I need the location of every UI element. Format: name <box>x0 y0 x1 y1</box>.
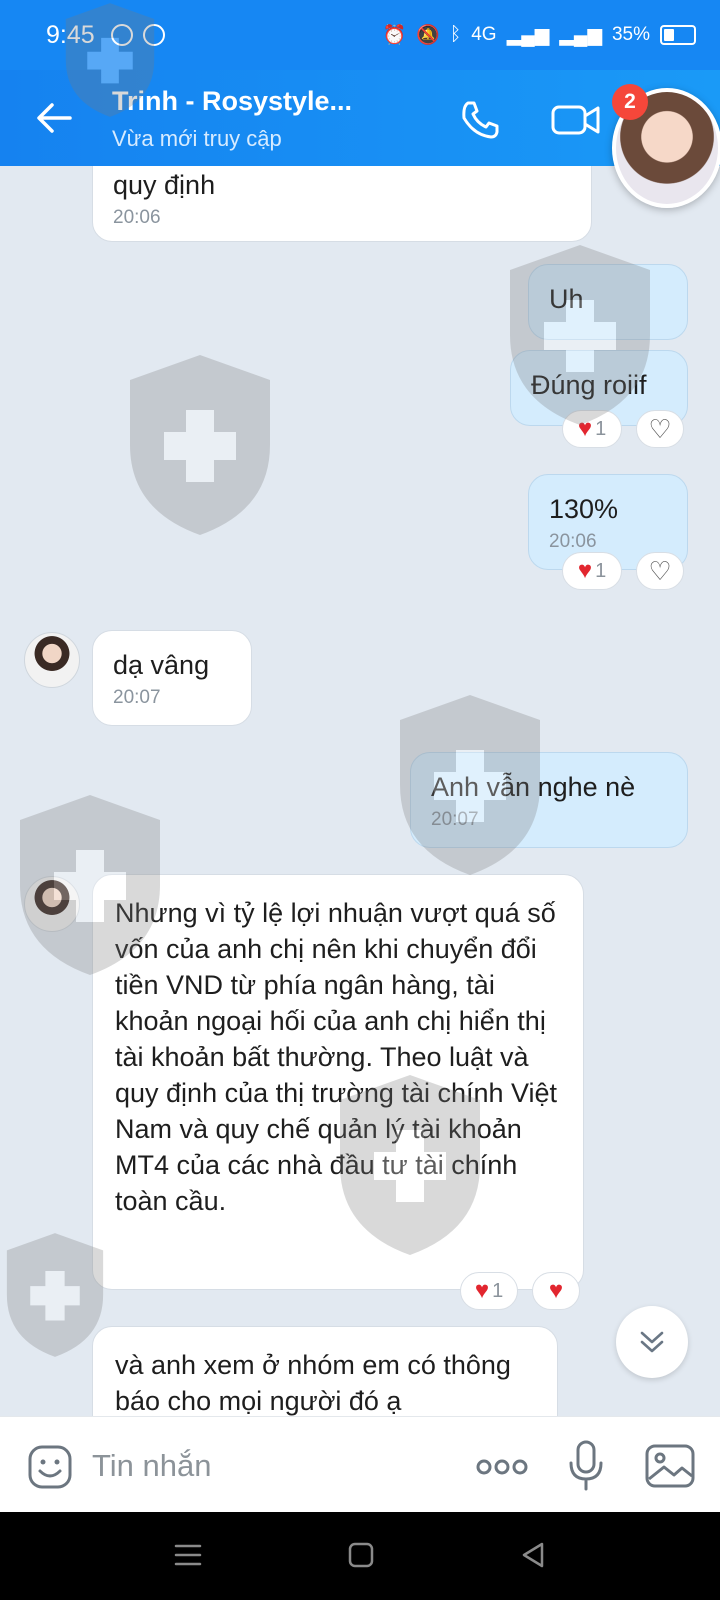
contact-name[interactable]: Trinh - Rosystyle... <box>112 86 352 117</box>
app-notification-icon <box>142 24 165 46</box>
message-input[interactable] <box>92 1441 452 1491</box>
bluetooth-icon: ᛒ <box>449 24 462 45</box>
battery-level: 35% <box>611 24 650 45</box>
react-button-active[interactable]: ♥ <box>532 1272 580 1310</box>
signal-icon: ▂▄▆ <box>506 24 550 46</box>
scroll-to-bottom-button[interactable] <box>616 1306 688 1378</box>
contact-avatar[interactable] <box>24 876 80 932</box>
heart-icon: ♥ <box>577 557 593 584</box>
unread-badge: 2 <box>612 84 648 120</box>
react-button[interactable]: ♡ <box>636 552 684 590</box>
message-bubble-outgoing[interactable]: Anh vẫn nghe nè 20:07 <box>410 752 688 848</box>
heart-icon: ♥ <box>548 1277 564 1304</box>
signal-icon-2: ▂▄▆ <box>559 24 602 46</box>
double-chevron-down-icon <box>640 1331 664 1353</box>
message-bubble-incoming[interactable]: Nhưng vì tỷ lệ lợi nhuận vượt quá số vốn… <box>92 874 584 1290</box>
messenger-notification-icon <box>110 24 133 46</box>
contact-avatar[interactable] <box>24 632 80 688</box>
back-button[interactable] <box>34 98 74 138</box>
alarm-icon: ⏰ <box>382 25 407 46</box>
reaction-summary[interactable]: ♥ 1 <box>562 552 622 590</box>
react-button[interactable]: ♡ <box>636 410 684 448</box>
more-options-button[interactable] <box>474 1447 530 1487</box>
system-back-button[interactable] <box>518 1540 548 1570</box>
mute-icon: 🔕 <box>416 25 440 46</box>
heart-icon: ♥ <box>474 1277 490 1304</box>
status-bar: 9:45 ⏰ 🔕 ᛒ 4G ▂▄▆ ▂▄▆ 35% <box>0 0 720 70</box>
message-bubble-incoming[interactable]: quy định 20:06 <box>92 166 592 242</box>
reaction-summary[interactable]: ♥ 1 <box>562 410 622 448</box>
heart-outline-icon: ♡ <box>648 414 672 444</box>
heart-icon: ♥ <box>577 415 593 442</box>
video-call-button[interactable] <box>550 100 602 140</box>
message-bubble-outgoing[interactable]: Uh <box>528 264 688 340</box>
message-list[interactable]: quy định 20:06 Uh Đúng roiif ♥ 1 ♡ 130% … <box>0 166 720 1416</box>
home-button[interactable] <box>346 1540 376 1570</box>
call-button[interactable] <box>458 98 502 142</box>
reaction-summary[interactable]: ♥ 1 <box>460 1272 518 1310</box>
emoji-button[interactable] <box>26 1443 74 1491</box>
message-bubble-incoming[interactable]: dạ vâng 20:07 <box>92 630 252 726</box>
status-time: 9:45 <box>46 20 95 49</box>
composer-bar <box>0 1416 720 1512</box>
system-nav-bar <box>0 1512 720 1600</box>
battery-icon <box>660 25 696 45</box>
heart-outline-icon: ♡ <box>648 556 672 586</box>
microphone-button[interactable] <box>566 1439 606 1493</box>
message-bubble-incoming[interactable]: và anh xem ở nhóm em có thông báo cho mọ… <box>92 1326 558 1416</box>
image-button[interactable] <box>644 1443 696 1489</box>
recent-apps-button[interactable] <box>172 1540 204 1570</box>
contact-status: Vừa mới truy cập <box>112 126 282 151</box>
network-type: 4G <box>471 24 497 45</box>
